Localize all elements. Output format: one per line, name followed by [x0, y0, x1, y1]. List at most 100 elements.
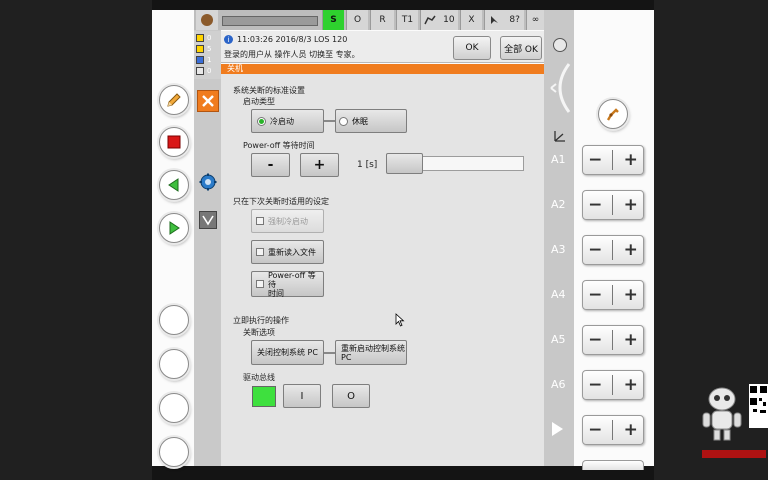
jog-plus-label: +	[623, 375, 638, 395]
counter-state[interactable]: 5	[196, 44, 218, 53]
jog-plus-label: +	[623, 150, 638, 170]
poweroff-wait-label: Power-off 等待时间	[243, 141, 315, 150]
globe-icon[interactable]	[553, 38, 567, 52]
shutdown-pc-button[interactable]: 关闭控制系统 PC	[251, 340, 324, 365]
blank-key-1[interactable]	[159, 305, 189, 335]
wait-minus-button[interactable]: -	[251, 153, 290, 177]
wait-slider-thumb[interactable]	[386, 153, 423, 174]
watermark-caption	[700, 446, 768, 460]
jog-key-a2[interactable]: − +	[582, 190, 644, 220]
submit-interpreter-status[interactable]: S	[322, 10, 344, 30]
counter-value: 0	[207, 33, 212, 42]
boot-type-label: 启动类型	[243, 97, 275, 106]
stop-button[interactable]	[159, 127, 189, 157]
qr-code-icon	[750, 386, 767, 413]
jog-minus-label: −	[588, 195, 603, 215]
start-backward-button[interactable]	[159, 170, 189, 200]
restart-pc-button[interactable]: 重新启动控制系统 PC	[335, 340, 407, 365]
info-icon: i	[224, 35, 233, 44]
next-axes-arrow[interactable]	[552, 422, 563, 436]
robot-mascot-watermark	[700, 385, 750, 445]
wait-plus-button[interactable]: +	[300, 153, 339, 177]
reload-files-label: 重新读入文件	[268, 247, 316, 257]
play-back-icon	[168, 178, 179, 192]
force-cold-start-check	[256, 217, 264, 225]
jog-minus-label: −	[588, 330, 603, 350]
jog-key-extra[interactable]: − +	[582, 415, 644, 445]
jog-key-partial[interactable]	[582, 460, 644, 470]
window-title: 关机	[221, 64, 544, 74]
axis-label-a4: A4	[551, 288, 566, 301]
coordinate-system-icon[interactable]	[553, 128, 567, 142]
axes-icon	[554, 131, 565, 142]
mouse-cursor	[395, 312, 405, 331]
standard-settings-heading: 系统关断的标准设置	[233, 86, 305, 95]
hibernate-radio[interactable]: 休眠	[335, 109, 407, 133]
jog-minus-label: −	[588, 285, 603, 305]
blank-key-4[interactable]	[159, 437, 189, 467]
hand-logo[interactable]	[196, 10, 218, 30]
jog-plus-label: +	[623, 195, 638, 215]
incremental-status[interactable]: 8?	[484, 10, 524, 30]
jog-plus-label: +	[623, 240, 638, 260]
counter-info[interactable]: 1	[196, 55, 218, 64]
hibernate-label: 休眠	[352, 116, 368, 126]
close-window-button[interactable]	[197, 90, 219, 112]
left-dark-margin	[0, 0, 152, 480]
force-cold-start-checkbox[interactable]: 强制冷启动	[251, 209, 324, 233]
immediate-heading: 立即执行的操作	[233, 316, 289, 325]
variable-button[interactable]	[199, 211, 217, 229]
axis-label-a3: A3	[551, 243, 566, 256]
speed-override-status[interactable]: 10	[420, 10, 458, 30]
start-forward-button[interactable]	[159, 213, 189, 243]
robot-mascot-icon	[702, 387, 742, 441]
run-mode-status[interactable]: R	[370, 10, 394, 30]
tool-status[interactable]: X	[460, 10, 482, 30]
program-name-field[interactable]	[222, 16, 318, 26]
poweroff-wait-checkbox[interactable]: Power-off 等待 时间	[251, 271, 324, 298]
counter-ack[interactable]: 0	[196, 33, 218, 42]
robot-arm-icon	[606, 108, 619, 121]
space-arc-icon	[550, 63, 571, 113]
all-ok-button[interactable]: 全部 OK	[500, 36, 542, 60]
mouse-space-indicator[interactable]	[547, 60, 573, 116]
reload-files-check	[256, 248, 264, 256]
robot-interpreter-status[interactable]: O	[346, 10, 368, 30]
jog-minus-label: −	[588, 150, 603, 170]
gear-icon	[199, 173, 217, 191]
reload-files-checkbox[interactable]: 重新读入文件	[251, 240, 324, 264]
robot-hand-icon	[201, 14, 213, 26]
variable-icon	[202, 215, 214, 226]
qr-code-watermark	[749, 384, 768, 428]
counter-dialog[interactable]: 0	[196, 66, 218, 75]
jog-key-a5[interactable]: − +	[582, 325, 644, 355]
jog-key-a3[interactable]: − +	[582, 235, 644, 265]
play-forward-icon	[169, 221, 180, 235]
restart-pc-text: 重新启动控制系统 PC	[341, 344, 405, 362]
drive-bus-label: 驱动总线	[243, 373, 275, 382]
infinity-status[interactable]: ∞	[526, 10, 544, 30]
ok-button[interactable]: OK	[453, 36, 491, 60]
hibernate-radio-indicator	[339, 116, 348, 126]
jog-minus-label: −	[588, 240, 603, 260]
axis-label-a2: A2	[551, 198, 566, 211]
gear-button[interactable]	[199, 173, 217, 191]
operating-mode-status[interactable]: T1	[396, 10, 418, 30]
edit-button[interactable]	[159, 85, 189, 115]
drive-bus-status-indicator	[252, 386, 276, 407]
drive-bus-off-button[interactable]: O	[332, 384, 370, 408]
jog-plus-label: +	[623, 330, 638, 350]
drive-bus-on-button[interactable]: I	[283, 384, 321, 408]
blank-key-2[interactable]	[159, 349, 189, 379]
pencil-icon	[167, 93, 181, 107]
cursor-arrow-icon	[491, 16, 499, 24]
jog-minus-label: −	[588, 420, 603, 440]
cold-start-label: 冷启动	[270, 116, 294, 126]
jog-key-a6[interactable]: − +	[582, 370, 644, 400]
jog-mode-button[interactable]	[598, 99, 628, 129]
jog-key-a4[interactable]: − +	[582, 280, 644, 310]
jog-key-a1[interactable]: − +	[582, 145, 644, 175]
message-counter-panel: 0 5 1 0	[194, 31, 221, 79]
blank-key-3[interactable]	[159, 393, 189, 423]
cold-start-radio[interactable]: 冷启动	[251, 109, 324, 133]
